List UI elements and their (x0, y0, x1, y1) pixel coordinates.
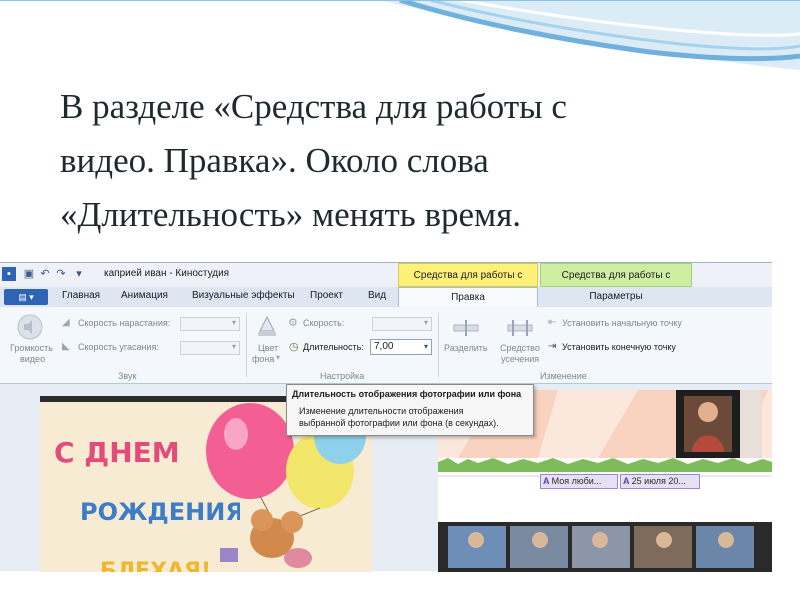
tab-project[interactable]: Проект (310, 290, 343, 301)
app-icon: ▪ (2, 267, 16, 281)
set-start-point-icon: ⇤ (548, 317, 557, 328)
tab-view[interactable]: Вид (368, 290, 386, 301)
context-tab-music-tools: Средства для работы с музыкой (540, 263, 692, 305)
group-sound-label: Звук (118, 371, 137, 381)
trim-tool-icon (507, 320, 533, 336)
set-start-point-button[interactable]: Установить начальную точку (562, 318, 682, 328)
timeline-caption[interactable]: A 25 июля 20... (620, 474, 700, 489)
slide-text: В разделе «Средства для работы с видео. … (60, 80, 780, 242)
greeting-text-line-1: С ДНЕМ (54, 436, 180, 468)
fade-out-label: Скорость угасания: (78, 342, 159, 352)
tooltip-body-line-1: Изменение длительности отображения (299, 406, 464, 416)
svg-text:С ДНЕМ: С ДНЕМ (54, 436, 180, 468)
file-menu-button[interactable]: ▤ ▾ (4, 289, 48, 305)
undo-icon[interactable]: ↶ (38, 267, 52, 281)
tab-animation[interactable]: Анимация (121, 290, 168, 301)
caption-text: 25 июля 20... (631, 476, 686, 486)
duration-tooltip: Длительность отображения фотографии или … (286, 384, 534, 436)
slide-line-1: В разделе «Средства для работы с (60, 87, 567, 126)
greeting-text-line-3: БЛЕХАЯ! (100, 559, 211, 572)
fade-out-select[interactable] (180, 341, 240, 355)
timeline-caption[interactable]: A Моя люби... (540, 474, 618, 489)
trim-tool-label-2: усечения (501, 354, 540, 364)
tab-home[interactable]: Главная (62, 290, 100, 301)
ribbon-tabs: ▤ ▾ Главная Анимация Визуальные эффекты … (0, 287, 772, 308)
slide-line-2: видео. Правка». Около слова (60, 141, 489, 180)
slide-header-decoration (0, 0, 800, 70)
context-tab-video-tools: Средства для работы с видео (398, 263, 538, 305)
title-bar: ▪ ▣ ↶ ↷ ▾ каприей иван - Киностудия Сред… (0, 263, 772, 305)
tooltip-title: Длительность отображения фотографии или … (292, 389, 522, 399)
fade-in-icon: ◢ (62, 317, 70, 328)
fade-in-label: Скорость нарастания: (78, 318, 171, 328)
tab-edit[interactable]: Правка (398, 287, 538, 308)
background-color-label[interactable]: Цвет (258, 343, 278, 353)
split-button[interactable]: Разделить (444, 343, 488, 353)
trim-tool-button[interactable]: Средство (500, 343, 540, 353)
split-icon (453, 320, 479, 336)
video-volume-label[interactable]: Громкость (10, 343, 53, 353)
set-end-point-button[interactable]: Установить конечную точку (562, 342, 676, 352)
tab-visual-effects[interactable]: Визуальные эффекты (192, 290, 295, 301)
fade-out-icon: ◣ (62, 341, 70, 352)
window-title: каприей иван - Киностудия (104, 268, 230, 279)
greeting-text-line-2: РОЖДЕНИЯ, (80, 498, 240, 526)
speed-select[interactable] (372, 317, 432, 331)
group-edit-label: Изменение (540, 371, 587, 381)
speed-label: Скорость: (303, 318, 345, 328)
duration-icon: ◷ (289, 341, 299, 353)
background-color-label-2: фона (252, 354, 275, 364)
tooltip-body-line-2: выбранной фотографии или фона (в секунда… (299, 418, 499, 428)
video-volume-label-2: видео (20, 354, 46, 364)
video-volume-icon (17, 314, 43, 340)
tab-parameters[interactable]: Параметры (540, 291, 692, 302)
group-divider (246, 313, 247, 377)
fade-in-select[interactable] (180, 317, 240, 331)
svg-text:РОЖДЕНИЯ,: РОЖДЕНИЯ, (80, 498, 240, 526)
save-icon[interactable]: ▣ (22, 267, 36, 281)
group-settings-label: Настройка (320, 371, 365, 381)
set-end-point-icon: ⇥ (548, 341, 557, 352)
background-color-icon (258, 315, 276, 336)
caption-icon: A (623, 476, 632, 486)
quick-access-dropdown-icon[interactable]: ▾ (72, 267, 86, 281)
redo-icon[interactable]: ↷ (54, 267, 68, 281)
slide-line-3: «Длительность» менять время. (60, 195, 522, 234)
speed-icon: ⚙ (288, 317, 298, 329)
caption-icon: A (543, 476, 552, 486)
group-divider (438, 313, 439, 377)
tooltip-body: Изменение длительности отображения выбра… (299, 405, 525, 429)
duration-label: Длительность: (303, 342, 364, 352)
svg-text:БЛЕХАЯ!: БЛЕХАЯ! (100, 559, 211, 572)
duration-input[interactable]: 7,00 (370, 339, 432, 355)
caption-text: Моя люби... (551, 476, 602, 486)
chevron-down-icon: ▾ (276, 353, 281, 362)
